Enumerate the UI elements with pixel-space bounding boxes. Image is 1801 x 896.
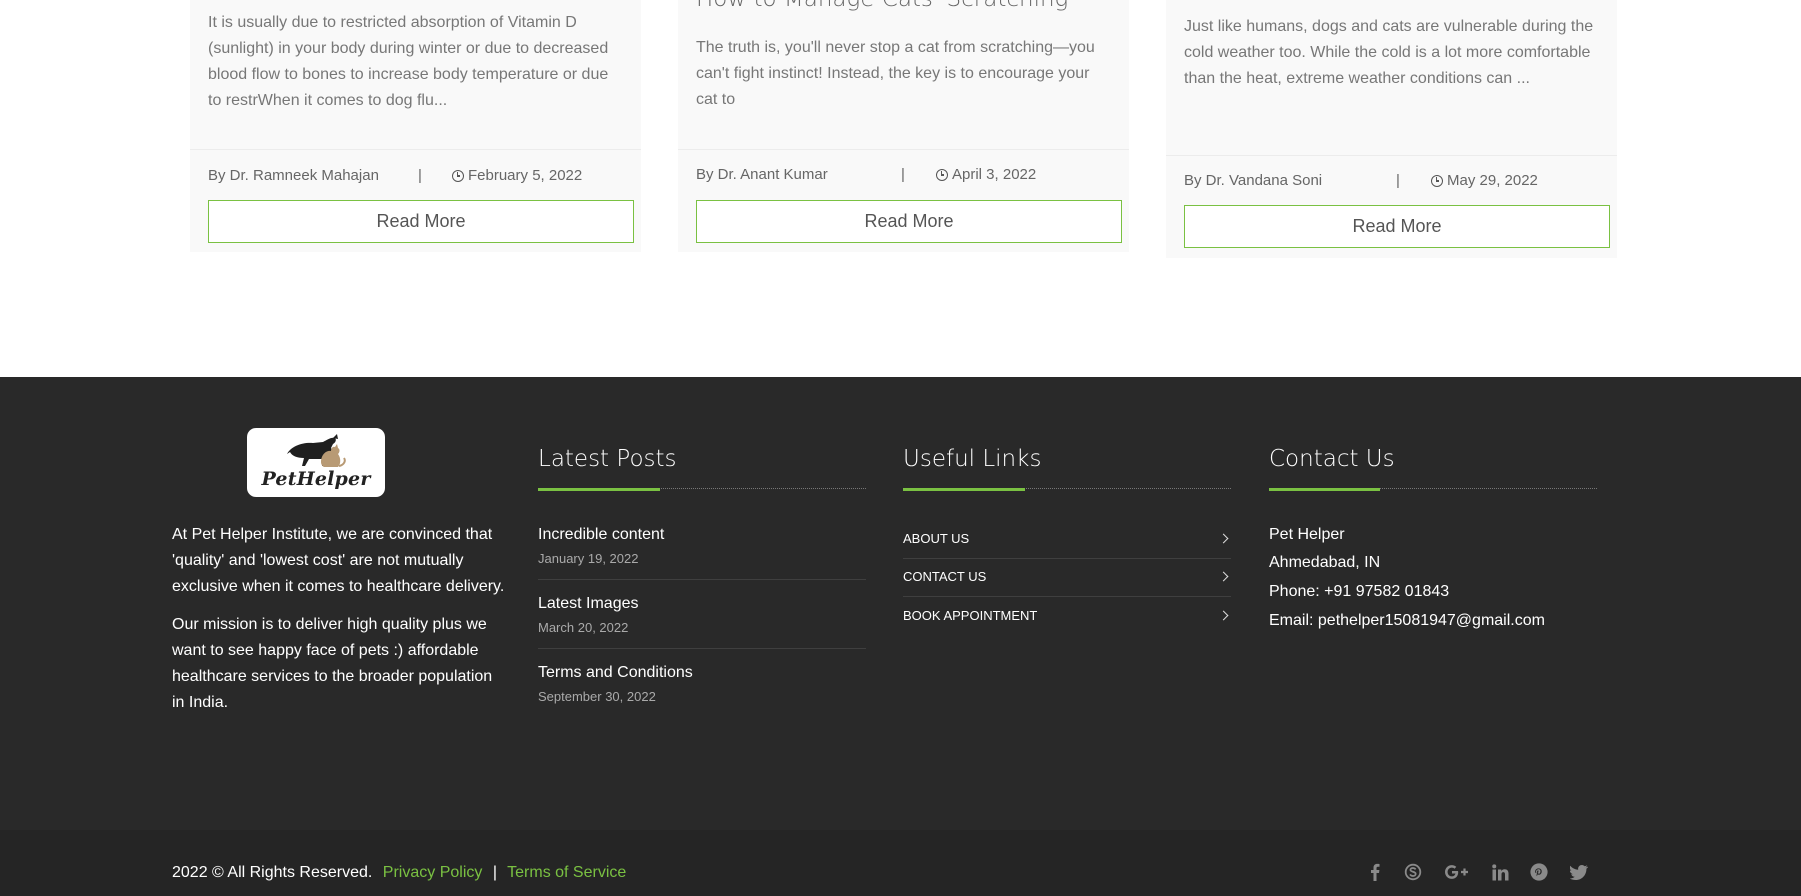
meta-separator: |	[418, 167, 422, 184]
terms-of-service-link[interactable]: Terms of Service	[507, 864, 626, 881]
link-book-appointment[interactable]: BOOK APPOINTMENT	[903, 608, 1231, 623]
read-more-button[interactable]: Read More	[1184, 205, 1610, 248]
card-date: May 29, 2022	[1447, 172, 1538, 189]
contact-us-title: Contact Us	[1269, 446, 1395, 472]
about-paragraph: At Pet Helper Institute, we are convince…	[172, 526, 505, 595]
widget-accent	[903, 488, 1025, 491]
read-more-button[interactable]: Read More	[696, 200, 1122, 243]
post-title[interactable]: Incredible content	[538, 526, 866, 544]
chevron-right-icon	[1218, 571, 1229, 582]
copyright-text: 2022 © All Rights Reserved.	[172, 864, 373, 881]
card-author: By Dr. Anant Kumar	[696, 166, 828, 183]
linkedin-icon[interactable]	[1490, 861, 1510, 883]
read-more-button[interactable]: Read More	[208, 200, 634, 243]
card-author: By Dr. Vandana Soni	[1184, 172, 1323, 189]
pinterest-icon[interactable]	[1529, 861, 1549, 883]
card-date: April 3, 2022	[952, 166, 1037, 183]
facebook-icon[interactable]	[1368, 861, 1382, 883]
useful-links-title: Useful Links	[903, 446, 1042, 472]
card-excerpt: Just like humans, dogs and cats are vuln…	[1184, 18, 1594, 87]
post-item[interactable]: Incredible content January 19, 2022	[538, 526, 866, 566]
clock-icon	[1431, 174, 1443, 187]
contact-city: Ahmedabad, IN	[1269, 554, 1381, 571]
pet-silhouette-icon	[287, 434, 346, 467]
copyright: 2022 © All Rights Reserved. Privacy Poli…	[172, 864, 626, 882]
clock-icon	[936, 168, 948, 181]
card-meta: By Dr. Ramneek Mahajan | February 5, 202…	[208, 167, 623, 184]
latest-posts-title: Latest Posts	[538, 446, 677, 472]
contact-phone[interactable]: Phone: +91 97582 01843	[1269, 583, 1449, 601]
skype-icon[interactable]	[1402, 861, 1424, 883]
widget-accent	[538, 488, 660, 491]
card-excerpt: It is usually due to restricted absorpti…	[208, 14, 609, 109]
card-divider	[190, 149, 641, 150]
post-title[interactable]: Latest Images	[538, 595, 866, 613]
meta-separator: |	[1396, 172, 1400, 189]
link-label: BOOK APPOINTMENT	[903, 608, 1038, 623]
post-date: March 20, 2022	[538, 620, 629, 635]
card-meta: By Dr. Anant Kumar | April 3, 2022	[696, 166, 1111, 183]
link-about-us[interactable]: ABOUT US	[903, 531, 1231, 546]
footer-logo[interactable]: PetHelper	[247, 428, 385, 497]
post-item[interactable]: Terms and Conditions September 30, 2022	[538, 664, 866, 704]
card-divider	[1166, 155, 1617, 156]
contact-email[interactable]: Email: pethelper15081947@gmail.com	[1269, 612, 1545, 630]
post-divider	[538, 648, 866, 649]
card-excerpt: The truth is, you'll never stop a cat fr…	[696, 39, 1095, 108]
link-divider	[903, 558, 1231, 559]
link-divider	[903, 596, 1231, 597]
twitter-icon[interactable]	[1569, 861, 1589, 883]
card-title[interactable]: How to Manage Cats' Scratching	[696, 0, 1068, 12]
card-divider	[678, 149, 1129, 150]
post-item[interactable]: Latest Images March 20, 2022	[538, 595, 866, 635]
link-separator: |	[492, 864, 497, 881]
card-date: February 5, 2022	[468, 167, 583, 184]
chevron-right-icon	[1218, 533, 1229, 544]
privacy-policy-link[interactable]: Privacy Policy	[383, 864, 483, 881]
link-label: CONTACT US	[903, 569, 987, 584]
blog-card: How to Manage Cats' Scratching The truth…	[678, 0, 1129, 252]
link-label: ABOUT US	[903, 531, 970, 546]
chevron-right-icon	[1218, 610, 1229, 621]
post-date: January 19, 2022	[538, 551, 639, 566]
meta-separator: |	[901, 166, 905, 183]
card-author: By Dr. Ramneek Mahajan	[208, 167, 379, 184]
blog-card: It is usually due to restricted absorpti…	[190, 0, 641, 252]
post-date: September 30, 2022	[538, 689, 656, 704]
about-paragraph: Our mission is to deliver high quality p…	[172, 616, 493, 711]
link-contact-us[interactable]: CONTACT US	[903, 569, 1231, 584]
clock-icon	[452, 169, 464, 182]
contact-name: Pet Helper	[1269, 526, 1345, 543]
post-divider	[538, 579, 866, 580]
google-plus-icon[interactable]	[1443, 861, 1471, 883]
blog-card: Just like humans, dogs and cats are vuln…	[1166, 0, 1617, 258]
footer-about: At Pet Helper Institute, we are convince…	[172, 522, 507, 728]
logo-text: PetHelper	[261, 468, 371, 490]
widget-accent	[1269, 488, 1380, 491]
post-title[interactable]: Terms and Conditions	[538, 664, 866, 682]
card-meta: By Dr. Vandana Soni | May 29, 2022	[1184, 172, 1599, 189]
